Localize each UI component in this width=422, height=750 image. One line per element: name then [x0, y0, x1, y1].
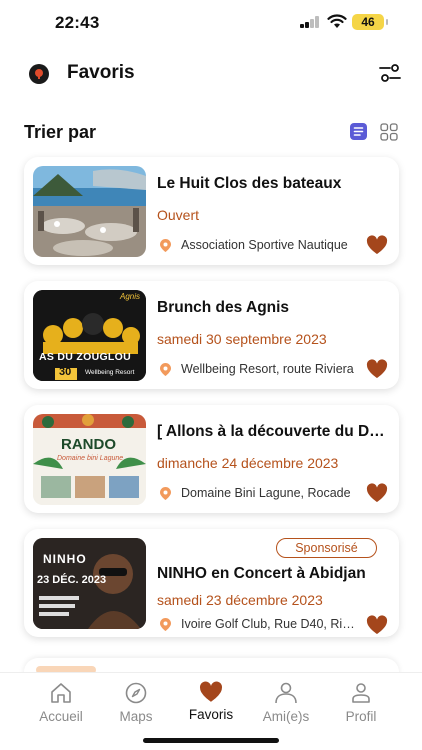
poster-title: RANDO	[61, 436, 116, 453]
location-pin-icon	[160, 239, 171, 252]
cellular-signal-icon	[300, 16, 320, 28]
event-date: dimanche 24 décembre 2023	[157, 455, 339, 471]
event-card[interactable]: Le Huit Clos des bateaux Ouvert Associat…	[24, 157, 399, 265]
favorite-heart-icon[interactable]	[366, 359, 388, 379]
event-date: samedi 23 décembre 2023	[157, 592, 323, 608]
tab-accueil[interactable]: Accueil	[21, 681, 101, 724]
poster-brand: Agnis	[119, 292, 140, 301]
event-poster-photo: Agnis AS DU ZOUGLOU 30 Wellbeing Resort	[33, 290, 146, 381]
event-title: NINHO en Concert à Abidjan	[157, 565, 366, 582]
poster-date: 23 DÉC. 2023	[37, 574, 107, 586]
favorite-heart-icon[interactable]	[366, 483, 388, 503]
poster-venue: Wellbeing Resort	[85, 369, 135, 376]
page-title: Favoris	[67, 62, 135, 83]
event-title: Le Huit Clos des bateaux	[157, 175, 342, 192]
favorite-heart-icon[interactable]	[366, 235, 388, 255]
profile-icon	[352, 683, 370, 703]
beach-restaurant-photo	[33, 166, 146, 257]
tab-profil[interactable]: Profil	[321, 681, 401, 724]
location-pin-icon	[160, 363, 171, 376]
status-bar: 22:43 46	[0, 0, 422, 46]
event-location: Ivoire Golf Club, Rue D40, Riviera	[181, 617, 359, 631]
filter-sliders-icon[interactable]	[378, 62, 402, 84]
tab-label: Profil	[345, 709, 377, 724]
poster-day: 30	[59, 366, 72, 378]
friends-icon	[275, 682, 297, 704]
grid-view-icon[interactable]	[380, 123, 398, 141]
poster-subtitle: Domaine bini Lagune	[57, 455, 124, 462]
sort-row: Trier par	[0, 118, 422, 148]
heart-icon	[199, 681, 223, 702]
event-location: Association Sportive Nautique	[181, 238, 348, 252]
tab-favoris[interactable]: Favoris	[171, 681, 251, 722]
poster-title: AS DU ZOUGLOU	[39, 351, 131, 363]
status-time: 22:43	[55, 13, 100, 32]
event-location: Domaine Bini Lagune, Rocade	[181, 486, 351, 500]
app-logo-icon[interactable]	[28, 63, 50, 85]
wifi-icon	[327, 14, 347, 28]
event-status: Ouvert	[157, 207, 200, 223]
event-date: samedi 30 septembre 2023	[157, 331, 327, 347]
event-card[interactable]: NINHO 23 DÉC. 2023 Sponsorisé NINHO en C…	[24, 529, 399, 637]
poster-brand: NINHO	[43, 552, 87, 566]
event-title: Brunch des Agnis	[157, 299, 290, 316]
sponsored-badge: Sponsorisé	[276, 538, 377, 558]
list-view-icon	[353, 127, 364, 136]
event-title: [ Allons à la découverte du Domaine	[157, 423, 385, 440]
list-view-button[interactable]	[350, 123, 367, 140]
tab-label: Ami(e)s	[262, 709, 310, 724]
battery-indicator: 46	[352, 14, 384, 30]
tab-label: Maps	[119, 709, 153, 724]
sort-label: Trier par	[24, 122, 97, 142]
battery-tip	[386, 19, 388, 25]
favorite-heart-icon[interactable]	[366, 615, 388, 635]
event-card[interactable]: RANDO Domaine bini Lagune [ Allons à la …	[24, 405, 399, 513]
home-icon	[51, 683, 71, 703]
event-location: Wellbeing Resort, route Riviera	[181, 362, 354, 376]
tab-amis[interactable]: Ami(e)s	[246, 681, 326, 724]
tab-label: Favoris	[188, 707, 234, 722]
concert-poster-photo: NINHO 23 DÉC. 2023	[33, 538, 146, 629]
page-header: Favoris	[0, 56, 422, 92]
tab-label: Accueil	[39, 709, 83, 724]
home-indicator	[143, 738, 279, 743]
compass-icon	[125, 682, 147, 704]
location-pin-icon	[160, 487, 171, 500]
tab-maps[interactable]: Maps	[96, 681, 176, 724]
event-card[interactable]: Agnis AS DU ZOUGLOU 30 Wellbeing Resort …	[24, 281, 399, 389]
rando-poster-photo: RANDO Domaine bini Lagune	[33, 414, 146, 505]
location-pin-icon	[160, 618, 171, 631]
